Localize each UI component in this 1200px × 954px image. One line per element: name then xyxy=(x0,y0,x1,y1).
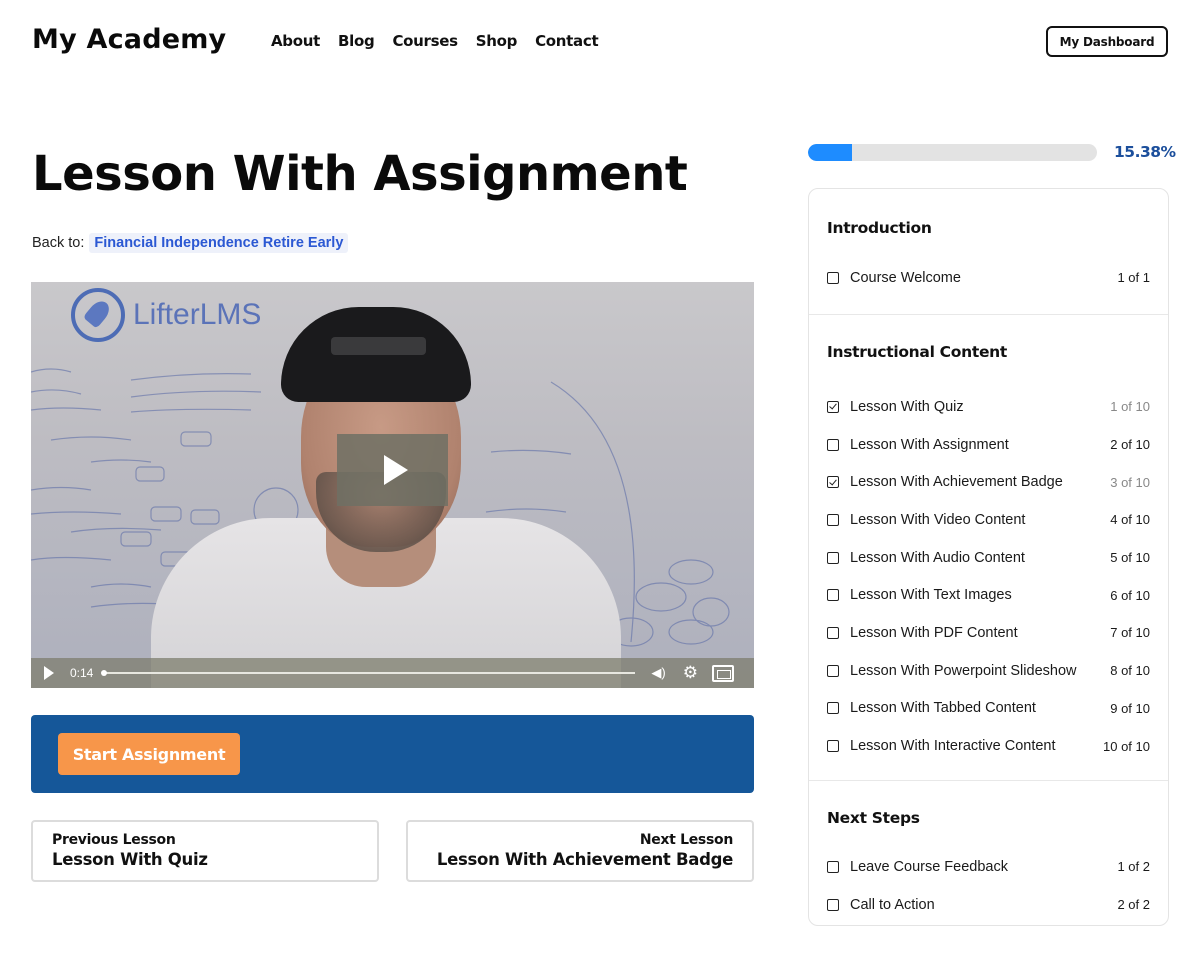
lesson-item[interactable]: Lesson With Interactive Content 10 of 10 xyxy=(827,727,1150,765)
section-title: Instructional Content xyxy=(827,343,1008,361)
lesson-count: 5 of 10 xyxy=(1110,550,1150,566)
nav-blog[interactable]: Blog xyxy=(338,32,375,50)
previous-lesson-link[interactable]: Previous Lesson Lesson With Quiz xyxy=(31,820,379,882)
checkbox-empty-icon xyxy=(827,271,839,284)
video-controls: 0:14 ◀︎) ⚙ xyxy=(31,658,754,688)
current-time: 0:14 xyxy=(70,666,94,680)
lesson-name: Lesson With Interactive Content xyxy=(850,738,1056,755)
lesson-count: 9 of 10 xyxy=(1110,700,1150,716)
checkbox-empty-icon xyxy=(827,740,839,753)
course-link[interactable]: Financial Independence Retire Early xyxy=(89,233,349,253)
lesson-count: 8 of 10 xyxy=(1110,663,1150,679)
next-lesson-title: Lesson With Achievement Badge xyxy=(436,850,733,869)
fullscreen-icon[interactable] xyxy=(711,664,734,682)
course-syllabus: Introduction Course Welcome 1 of 1 Instru… xyxy=(808,188,1169,926)
progress-fill xyxy=(808,144,853,161)
lesson-count: 6 of 10 xyxy=(1110,587,1150,603)
nav-shop[interactable]: Shop xyxy=(476,32,518,50)
lesson-name: Call to Action xyxy=(850,896,935,913)
lesson-item[interactable]: Lesson With Tabbed Content 9 of 10 xyxy=(827,690,1150,728)
previous-lesson-label: Previous Lesson xyxy=(52,832,176,848)
checkbox-checked-icon xyxy=(827,476,839,489)
lesson-name: Lesson With Powerpoint Slideshow xyxy=(850,662,1077,679)
lesson-count: 1 of 2 xyxy=(1117,859,1150,875)
start-assignment-button[interactable]: Start Assignment xyxy=(58,733,240,775)
lesson-name: Course Welcome xyxy=(850,269,961,286)
lesson-item[interactable]: Lesson With PDF Content 7 of 10 xyxy=(827,614,1150,652)
nav-about[interactable]: About xyxy=(271,32,320,50)
lesson-item[interactable]: Lesson With Powerpoint Slideshow 8 of 10 xyxy=(827,652,1150,690)
checkbox-empty-icon xyxy=(827,438,839,451)
lesson-item[interactable]: Leave Course Feedback 1 of 2 xyxy=(827,848,1150,886)
lesson-item[interactable]: Lesson With Video Content 4 of 10 xyxy=(827,501,1150,539)
checkbox-empty-icon xyxy=(827,664,839,677)
nav-contact[interactable]: Contact xyxy=(535,32,599,50)
section-title: Next Steps xyxy=(827,809,920,827)
lesson-count: 10 of 10 xyxy=(1103,738,1150,754)
breadcrumb: Back to: Financial Independence Retire E… xyxy=(32,233,349,253)
lesson-name: Lesson With Assignment xyxy=(850,436,1009,453)
checkbox-empty-icon xyxy=(827,702,839,715)
lesson-count: 1 of 10 xyxy=(1110,399,1150,415)
lesson-name: Lesson With Tabbed Content xyxy=(850,700,1036,717)
lesson-count: 1 of 1 xyxy=(1117,270,1150,286)
checkbox-empty-icon xyxy=(827,626,839,639)
video-player[interactable]: LifterLMS 0:14 ◀︎) ⚙ xyxy=(31,282,754,688)
checkbox-empty-icon xyxy=(827,898,839,911)
gear-icon[interactable]: ⚙ xyxy=(683,663,698,683)
lesson-name: Lesson With Audio Content xyxy=(850,549,1025,566)
lesson-count: 2 of 2 xyxy=(1117,897,1150,913)
lesson-item[interactable]: Lesson With Text Images 6 of 10 xyxy=(827,576,1150,614)
lesson-count: 2 of 10 xyxy=(1110,437,1150,453)
checkbox-empty-icon xyxy=(827,860,839,873)
lesson-count: 3 of 10 xyxy=(1110,474,1150,490)
lesson-count: 4 of 10 xyxy=(1110,512,1150,528)
previous-lesson-title: Lesson With Quiz xyxy=(52,850,208,869)
lesson-item[interactable]: Lesson With Audio Content 5 of 10 xyxy=(827,539,1150,577)
syllabus-section: Instructional Content Lesson With Quiz 1 … xyxy=(809,315,1168,781)
checkbox-empty-icon xyxy=(827,513,839,526)
nav-courses[interactable]: Courses xyxy=(392,32,458,50)
lesson-item[interactable]: Course Welcome 1 of 1 xyxy=(827,259,1150,297)
play-overlay-icon xyxy=(383,455,408,485)
checkbox-empty-icon xyxy=(827,589,839,602)
lesson-item[interactable]: Call to Action 2 of 2 xyxy=(827,886,1150,924)
volume-icon[interactable]: ◀︎) xyxy=(651,665,665,681)
seek-handle[interactable] xyxy=(101,670,108,676)
site-header: My Academy About Blog Courses Shop Conta… xyxy=(0,0,1200,84)
checkbox-empty-icon xyxy=(827,551,839,564)
back-to-label: Back to: xyxy=(32,235,85,251)
lesson-item[interactable]: Lesson With Achievement Badge 3 of 10 xyxy=(827,463,1150,501)
main-nav: About Blog Courses Shop Contact xyxy=(271,32,616,50)
lesson-name: Lesson With Quiz xyxy=(850,398,964,415)
play-icon[interactable] xyxy=(44,666,54,680)
lesson-name: Lesson With Achievement Badge xyxy=(850,474,1063,491)
section-title: Introduction xyxy=(827,219,932,237)
big-play-button[interactable] xyxy=(337,434,448,506)
lesson-name: Lesson With PDF Content xyxy=(850,624,1018,641)
lesson-item[interactable]: Lesson With Quiz 1 of 10 xyxy=(827,388,1150,426)
lesson-item[interactable]: Lesson With Assignment 2 of 10 xyxy=(827,426,1150,464)
seek-bar[interactable] xyxy=(101,670,636,676)
syllabus-section: Next Steps Leave Course Feedback 1 of 2 Ca… xyxy=(809,781,1168,923)
next-lesson-link[interactable]: Next Lesson Lesson With Achievement Badg… xyxy=(406,820,754,882)
lesson-name: Lesson With Video Content xyxy=(850,511,1026,528)
lesson-count: 7 of 10 xyxy=(1110,625,1150,641)
progress-percent: 15.38% xyxy=(1114,143,1176,161)
rocket-logo-icon xyxy=(71,288,125,342)
site-logo[interactable]: My Academy xyxy=(32,24,226,55)
assignment-bar: Start Assignment xyxy=(31,715,754,793)
course-progress-bar xyxy=(808,144,1097,161)
next-lesson-label: Next Lesson xyxy=(639,832,733,848)
my-dashboard-button[interactable]: My Dashboard xyxy=(1046,26,1168,57)
lesson-name: Leave Course Feedback xyxy=(850,858,1008,875)
lesson-name: Lesson With Text Images xyxy=(850,587,1012,604)
checkbox-checked-icon xyxy=(827,400,839,413)
syllabus-section: Introduction Course Welcome 1 of 1 xyxy=(809,189,1168,315)
page-title: Lesson With Assignment xyxy=(32,146,688,202)
